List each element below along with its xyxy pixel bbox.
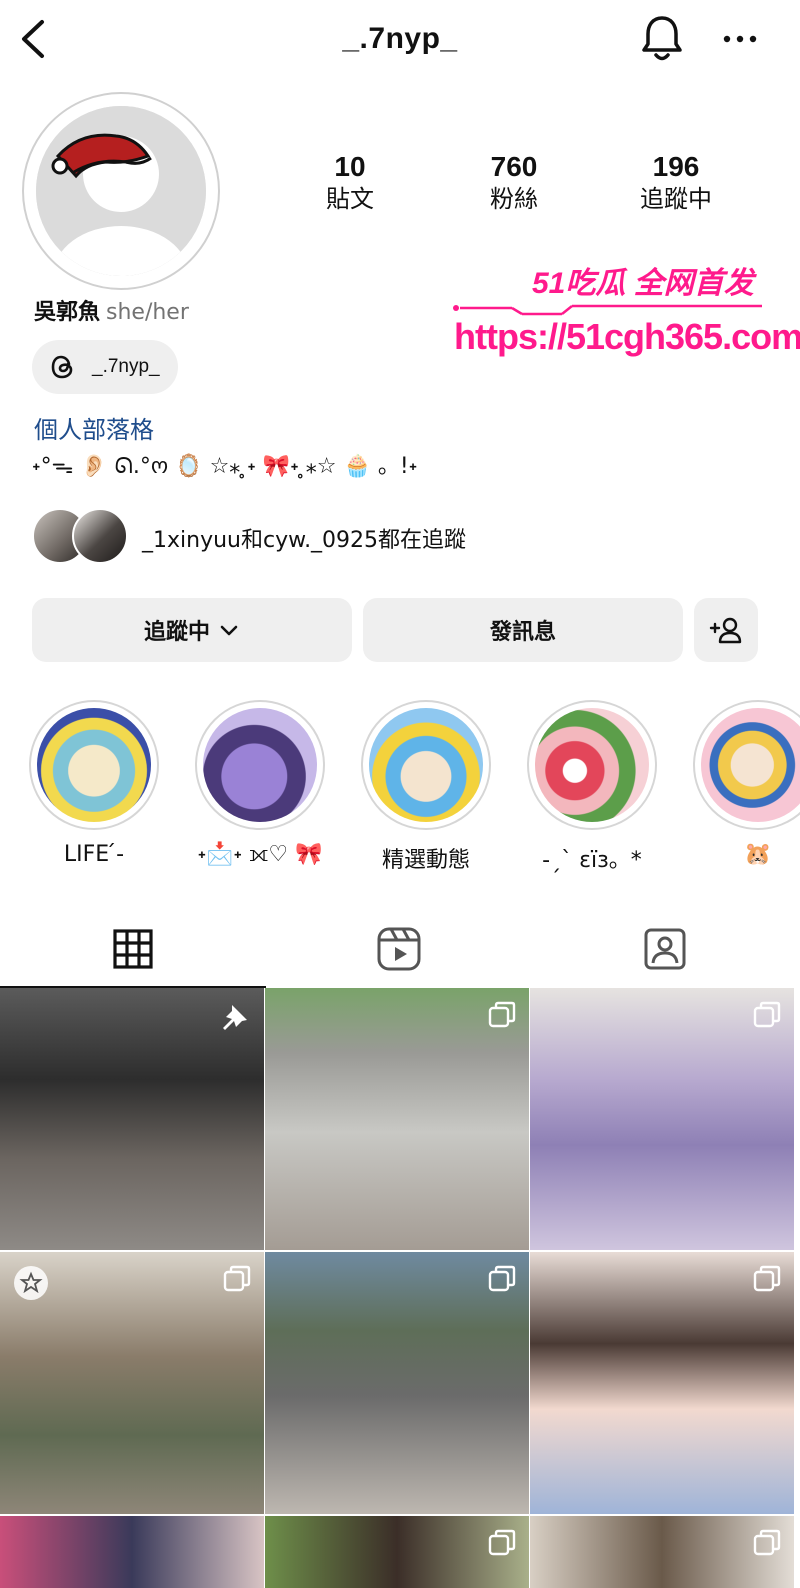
pinned-icon: [223, 1005, 247, 1030]
following-button[interactable]: 追蹤中: [32, 598, 352, 662]
highlight-label: ˖📩˖ ⟗♡ 🎀: [197, 842, 323, 867]
highlight-item[interactable]: -ˏˋ ɛïɜ。*: [526, 700, 658, 874]
highlight-ring: [361, 700, 491, 830]
post-thumbnail[interactable]: [0, 1252, 264, 1514]
star-badge-icon: [14, 1266, 48, 1300]
suggest-users-button[interactable]: [694, 598, 758, 662]
mutual-followers-text: _1xinyuu和cyw._0925都在追蹤: [142, 528, 467, 553]
tab-reels[interactable]: [266, 910, 532, 988]
add-person-icon: [709, 617, 742, 644]
watermark-divider: [453, 304, 762, 316]
carousel-icon: [753, 1529, 781, 1556]
story-highlights: LIFE ́- ˖📩˖ ⟗♡ 🎀 精選動態 -ˏˋ ɛïɜ。* 🐹: [0, 700, 800, 875]
bell-icon[interactable]: [640, 12, 684, 64]
highlight-cover-image: [37, 708, 151, 822]
post-thumbnail[interactable]: [0, 988, 264, 1250]
highlight-item[interactable]: ˖📩˖ ⟗♡ 🎀: [194, 700, 326, 867]
carousel-icon: [753, 1265, 781, 1292]
bio-text: ˖°ᯓ 👂🏻 ᘏ.°ო 🪞 ☆⁎ ̥˖ 🎀˖ ̥⁎☆ 🧁 。!˖: [32, 454, 418, 479]
highlight-item[interactable]: 精選動態: [360, 700, 492, 874]
profile-stats: 10 貼文 760 粉絲 196 追蹤中: [300, 150, 770, 230]
stat-followers-label: 粉絲: [490, 185, 538, 213]
threads-icon: [51, 355, 73, 379]
highlight-label: -ˏˋ ɛïɜ。*: [542, 848, 642, 873]
pronouns: she/her: [106, 300, 189, 325]
post-thumbnail[interactable]: [530, 1252, 794, 1514]
post-thumbnail[interactable]: [0, 1516, 264, 1588]
post-thumbnail[interactable]: [530, 988, 794, 1250]
threads-link[interactable]: _.7nyp_: [32, 340, 178, 394]
tab-tagged[interactable]: [532, 910, 798, 988]
top-bar: _.7nyp_: [0, 0, 800, 80]
carousel-icon: [488, 1529, 516, 1556]
default-avatar-icon: [36, 106, 206, 276]
watermark-overlay: 51吃瓜 全网首发 https://51cgh365.com: [452, 252, 800, 362]
highlight-item[interactable]: LIFE ́-: [28, 700, 160, 867]
highlight-cover-image: [535, 708, 649, 822]
highlight-cover-image: [203, 708, 317, 822]
mutual-avatar-2: [72, 508, 128, 564]
stat-posts[interactable]: 10 貼文: [280, 150, 420, 214]
carousel-icon: [223, 1265, 251, 1292]
highlight-ring: [195, 700, 325, 830]
display-name: 吳郭魚: [34, 300, 101, 325]
carousel-icon: [488, 1001, 516, 1028]
profile-name-row: 吳郭魚 she/her: [34, 294, 189, 326]
highlight-label: 🐹: [744, 842, 772, 867]
highlight-label: LIFE ́-: [63, 842, 125, 867]
stat-following-label: 追蹤中: [640, 185, 712, 213]
highlight-ring: [693, 700, 800, 830]
highlight-item[interactable]: 🐹: [692, 700, 800, 867]
profile-tabs: [0, 910, 800, 988]
avatar-image: [36, 106, 206, 276]
highlight-ring: [527, 700, 657, 830]
stat-posts-label: 貼文: [326, 185, 374, 213]
carousel-icon: [753, 1001, 781, 1028]
post-thumbnail[interactable]: [530, 1516, 794, 1588]
highlight-cover-image: [369, 708, 483, 822]
watermark-brand: 51吃瓜 全网首发: [532, 267, 754, 300]
post-thumbnail[interactable]: [265, 1516, 529, 1588]
stat-following-count: 196: [652, 151, 700, 182]
message-button-label: 發訊息: [489, 620, 556, 645]
post-thumbnail[interactable]: [265, 1252, 529, 1514]
following-button-label: 追蹤中: [143, 620, 210, 645]
reels-icon: [377, 927, 421, 971]
post-grid: [0, 988, 800, 1588]
highlight-cover-image: [701, 708, 800, 822]
carousel-icon: [488, 1265, 516, 1292]
stat-posts-count: 10: [334, 151, 366, 182]
stat-following[interactable]: 196 追蹤中: [606, 150, 746, 214]
blog-link[interactable]: 個人部落格: [34, 410, 154, 445]
stat-followers-count: 760: [490, 151, 538, 182]
mutual-followers[interactable]: _1xinyuu和cyw._0925都在追蹤: [32, 508, 772, 566]
profile-avatar[interactable]: [22, 92, 220, 290]
message-button[interactable]: 發訊息: [363, 598, 683, 662]
post-thumbnail[interactable]: [265, 988, 529, 1250]
chevron-down-icon: [220, 625, 238, 636]
grid-icon: [113, 929, 153, 969]
highlight-ring: [29, 700, 159, 830]
threads-handle: _.7nyp_: [92, 356, 160, 377]
highlight-label: 精選動態: [381, 848, 470, 873]
tab-posts-grid[interactable]: [0, 910, 266, 988]
watermark-url: https://51cgh365.com: [454, 316, 800, 357]
stat-followers[interactable]: 760 粉絲: [444, 150, 584, 214]
tagged-person-icon: [644, 928, 686, 970]
more-options-icon[interactable]: [720, 22, 760, 52]
